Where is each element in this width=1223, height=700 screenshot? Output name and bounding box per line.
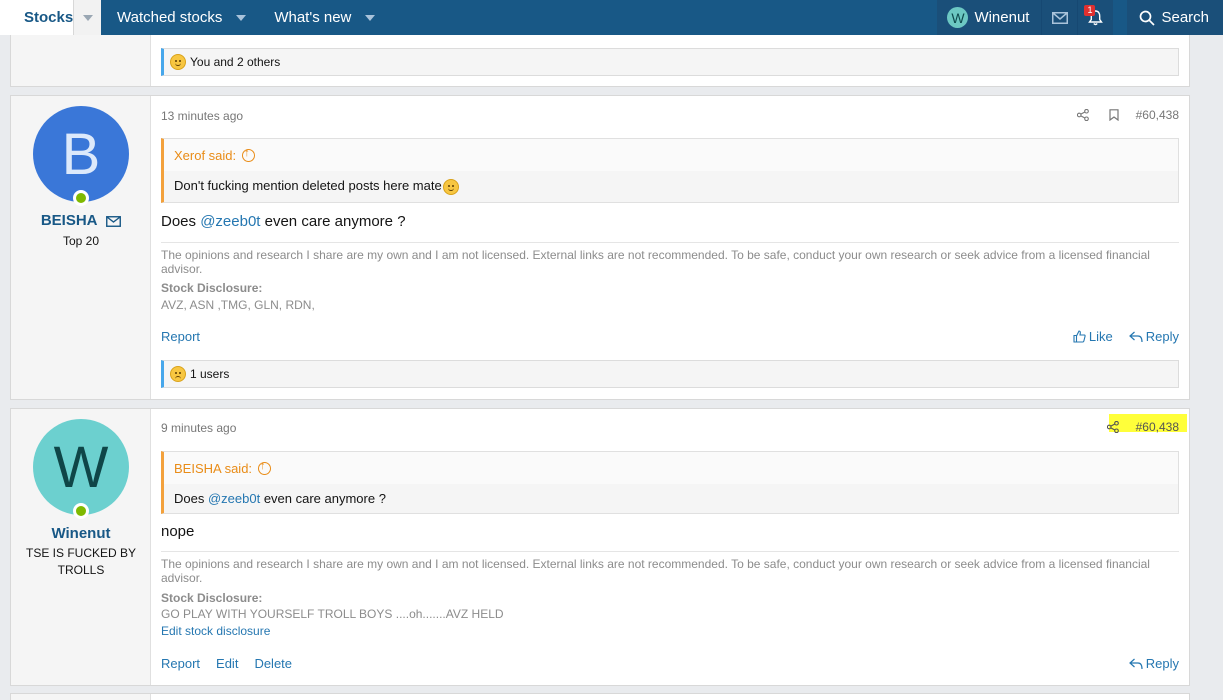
avatar-initial: W (53, 434, 109, 500)
username-text: BEISHA (40, 212, 97, 229)
reaction-summary[interactable]: You and 2 others (161, 48, 1179, 76)
quote-header[interactable]: Xerof said: (164, 139, 1178, 171)
go-to-quote-icon[interactable] (242, 147, 256, 162)
post-number[interactable]: #60,438 (1136, 420, 1179, 434)
username[interactable]: BEISHA (11, 212, 151, 229)
chevron-down-icon[interactable] (236, 14, 247, 21)
reply-label: Reply (1145, 329, 1179, 344)
reply-label: Reply (1145, 656, 1179, 671)
nav-tab-stocks[interactable]: Stocks (0, 0, 101, 35)
previous-post-sidebar (11, 35, 151, 86)
share-icon[interactable] (1077, 109, 1089, 121)
post-author-sidebar: B BEISHA Top 20 (11, 96, 151, 399)
chevron-down-icon (82, 14, 93, 21)
envelope-icon (1051, 11, 1068, 24)
search-label: Search (1161, 9, 1209, 26)
message-text-tail: even care anymore ? (260, 213, 406, 230)
go-to-quote-icon[interactable] (258, 460, 272, 475)
reaction-summary[interactable]: 1 users (161, 360, 1179, 388)
stock-disclosure-value: GO PLAY WITH YOURSELF TROLL BOYS ....oh.… (161, 607, 504, 621)
inbox-button[interactable] (1041, 0, 1078, 35)
next-post (10, 693, 1190, 700)
message-text: Does (161, 213, 201, 230)
nav-tab-stocks-label: Stocks (24, 9, 74, 26)
quote-header[interactable]: BEISHA said: (164, 452, 1178, 484)
online-status-icon (73, 503, 89, 519)
post-author-sidebar: W Winenut TSE IS FUCKED BY TROLLS (11, 409, 151, 685)
online-status-icon (73, 190, 89, 206)
nav-whats-new[interactable]: What's new (246, 0, 376, 35)
nav-whats-new-label: What's new (274, 9, 352, 26)
nav-watched-stocks[interactable]: Watched stocks (101, 0, 247, 35)
like-button[interactable]: Like (1073, 329, 1113, 344)
delete-link[interactable]: Delete (254, 656, 292, 671)
user-title: TSE IS FUCKED BY TROLLS (25, 546, 137, 577)
post-number[interactable]: #60,438 (1136, 108, 1179, 122)
quote-block: Xerof said: Don't fucking mention delete… (161, 138, 1179, 203)
envelope-icon[interactable] (106, 215, 122, 227)
like-label: Like (1088, 329, 1113, 344)
post-actions-left: Report Edit Delete (161, 656, 292, 671)
post-actions-right: Reply (1128, 656, 1179, 671)
quote-text: Don't fucking mention deleted posts here… (174, 178, 442, 193)
alerts-button[interactable]: 1 (1077, 0, 1114, 35)
report-link[interactable]: Report (161, 329, 200, 344)
stock-disclosure-heading: Stock Disclosure: (161, 281, 263, 295)
post-actions-left: Report (161, 329, 200, 344)
avatar[interactable]: B (33, 106, 129, 202)
bookmark-icon[interactable] (1109, 109, 1119, 121)
user-mention-link[interactable]: @zeeb0t (208, 491, 260, 506)
avatar[interactable]: W (33, 419, 129, 515)
reply-arrow-icon (1128, 658, 1143, 669)
quote-text-tail: even care anymore ? (260, 491, 386, 506)
report-link[interactable]: Report (161, 656, 200, 671)
sad-emoji-icon (170, 366, 186, 382)
post-message: Does @zeeb0t even care anymore ? (161, 213, 406, 230)
reaction-text: You and 2 others (190, 55, 281, 69)
user-avatar: W (947, 7, 969, 28)
edit-link[interactable]: Edit (216, 656, 238, 671)
nav-user-menu[interactable]: W Winenut (937, 0, 1042, 35)
user-mention-link[interactable]: @zeeb0t (200, 213, 260, 230)
chevron-down-icon[interactable] (365, 14, 376, 21)
quote-block: BEISHA said: Does @zeeb0t even care anym… (161, 451, 1179, 514)
signature: The opinions and research I share are my… (161, 551, 1179, 585)
post-time[interactable]: 9 minutes ago (161, 421, 236, 435)
alert-count-badge: 1 (1084, 5, 1096, 16)
stock-disclosure-heading: Stock Disclosure: (161, 591, 263, 605)
post-message: nope (161, 523, 195, 540)
quote-body: Does @zeeb0t even care anymore ? (164, 484, 1178, 513)
share-icon[interactable] (1107, 421, 1119, 433)
reaction-text: 1 users (190, 367, 230, 381)
laughing-emoji-icon (170, 54, 186, 70)
quote-author: Xerof said: (174, 147, 237, 163)
reply-arrow-icon (1128, 331, 1143, 342)
user-title: Top 20 (62, 234, 100, 248)
post-time[interactable]: 13 minutes ago (161, 109, 243, 123)
quote-text: Does (174, 491, 208, 506)
quote-body: Don't fucking mention deleted posts here… (164, 171, 1178, 202)
stock-disclosure-value: AVZ, ASN ,TMG, GLN, RDN, (161, 298, 315, 312)
post-beisha: B BEISHA Top 20 13 minutes ago #60,438 X… (10, 95, 1190, 400)
next-post-sidebar (11, 694, 151, 700)
avatar-initial: B (61, 121, 101, 187)
edit-stock-disclosure-link[interactable]: Edit stock disclosure (161, 624, 270, 638)
nav-stocks-dropdown[interactable] (73, 0, 101, 35)
smirk-emoji-icon (442, 178, 459, 195)
post-actions-right: Like Reply (1073, 329, 1179, 344)
nav-username: Winenut (974, 9, 1030, 26)
search-button[interactable]: Search (1127, 0, 1223, 35)
nav-watched-stocks-label: Watched stocks (117, 9, 223, 26)
quote-author: BEISHA said: (174, 460, 253, 476)
reply-button[interactable]: Reply (1128, 656, 1179, 671)
search-icon (1140, 10, 1156, 26)
signature: The opinions and research I share are my… (161, 242, 1179, 276)
thumbs-up-icon (1073, 330, 1086, 343)
previous-post: You and 2 others (10, 35, 1190, 87)
username[interactable]: Winenut (11, 525, 151, 542)
reply-button[interactable]: Reply (1128, 329, 1179, 344)
post-winenut: W Winenut TSE IS FUCKED BY TROLLS 9 minu… (10, 408, 1190, 686)
top-nav: Stocks Watched stocks What's new W Winen… (0, 0, 1223, 35)
